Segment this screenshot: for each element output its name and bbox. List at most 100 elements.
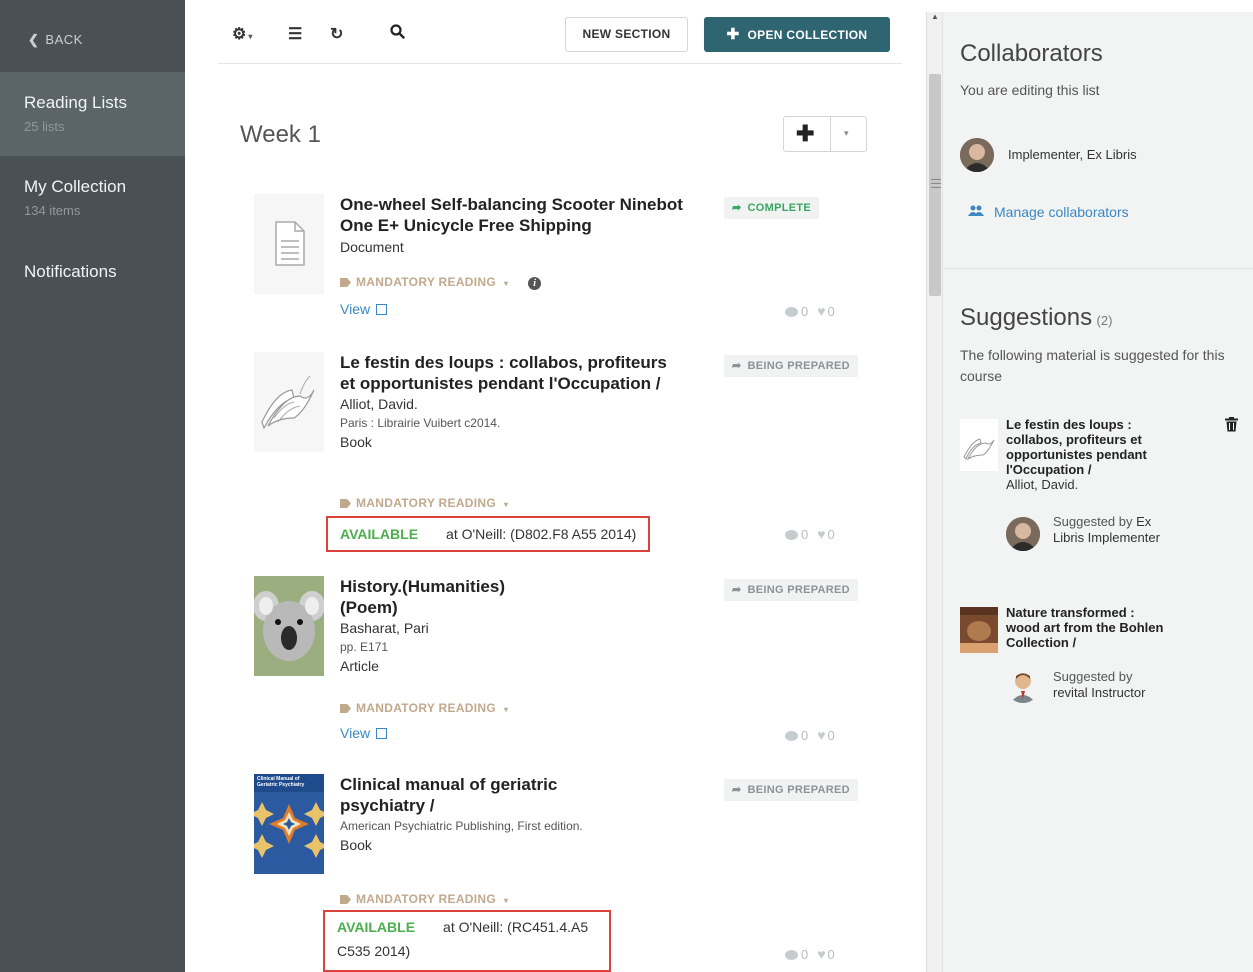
resize-grip-icon[interactable]: — — —: [931, 175, 941, 193]
caret-down-icon: ▾: [504, 279, 509, 288]
list-item: One-wheel Self-balancing Scooter Ninebot…: [254, 194, 858, 324]
comment-count: 0: [801, 947, 809, 962]
add-item-button[interactable]: ✚ ▾: [783, 116, 867, 152]
share-arrow-icon: ➦: [732, 784, 742, 796]
item-author: Basharat, Pari: [340, 620, 429, 636]
scroll-up-arrow-icon[interactable]: ▲: [931, 12, 939, 21]
item-type: Article: [340, 658, 379, 674]
status-badge[interactable]: ➦ COMPLETE: [724, 197, 820, 219]
item-title[interactable]: Le festin des loups : collabos, profiteu…: [340, 352, 680, 394]
book-thumbnail[interactable]: [960, 419, 998, 471]
heart-icon[interactable]: ♥: [817, 303, 825, 319]
panel-divider: [943, 268, 1253, 269]
share-arrow-icon: ➦: [732, 360, 742, 372]
caret-down-icon: ▾: [504, 896, 509, 905]
suggested-by-prefix: Suggested by: [1053, 514, 1133, 529]
view-link[interactable]: View: [340, 301, 388, 317]
share-arrow-icon: ➦: [732, 584, 742, 596]
comment-count: 0: [801, 527, 809, 542]
item-type: Book: [340, 837, 372, 853]
list-view-icon[interactable]: ☰: [288, 24, 302, 44]
comment-count: 0: [801, 304, 809, 319]
collaborators-heading: Collaborators: [960, 40, 1103, 67]
caret-down-icon[interactable]: ▾: [844, 128, 849, 139]
suggestion-title[interactable]: Le festin des loups : collabos, profiteu…: [1006, 417, 1166, 492]
book-thumbnail[interactable]: [960, 607, 998, 653]
like-count: 0: [827, 527, 835, 542]
status-badge[interactable]: ➦ BEING PREPARED: [724, 579, 858, 601]
item-title[interactable]: Clinical manual of geriatric psychiatry …: [340, 774, 600, 816]
document-thumbnail[interactable]: [254, 194, 324, 294]
comment-icon[interactable]: [785, 731, 798, 741]
list-toolbar: ⚙ ▾ ☰ ↻ NEW SECTION ✚ OPEN COLLECTION: [218, 12, 902, 64]
section-title: Week 1: [240, 121, 321, 148]
tag-label: MANDATORY READING: [356, 892, 496, 906]
info-icon[interactable]: i: [528, 277, 542, 290]
availability-box[interactable]: AVAILABLE at O'Neill: (RC451.4.A5 C535 20…: [323, 910, 611, 972]
open-collection-button[interactable]: ✚ OPEN COLLECTION: [704, 17, 890, 52]
book-thumbnail[interactable]: [254, 352, 324, 452]
nav-item-my-collection[interactable]: My Collection 134 items: [0, 156, 185, 240]
list-item: Le festin des loups : collabos, profiteu…: [254, 352, 858, 552]
suggestion-author: Alliot, David.: [1006, 477, 1079, 492]
suggestions-intro: The following material is suggested for …: [960, 347, 1225, 384]
status-badge[interactable]: ➦ BEING PREPARED: [724, 355, 858, 377]
share-arrow-icon: ➦: [732, 202, 742, 214]
book-cover-thumbnail[interactable]: Clinical Manual of Geriatric Psychiatry: [254, 774, 324, 874]
suggested-by-prefix: Suggested by: [1053, 669, 1133, 684]
availability-box[interactable]: AVAILABLE at O'Neill: (D802.F8 A55 2014): [326, 516, 651, 552]
trash-icon[interactable]: [1225, 417, 1238, 432]
right-panel: Collaborators You are editing this list …: [942, 12, 1253, 972]
new-section-button[interactable]: NEW SECTION: [565, 17, 688, 52]
koala-thumbnail[interactable]: [254, 576, 324, 676]
availability-location: at O'Neill: (D802.F8 A55 2014): [446, 526, 637, 542]
status-badge[interactable]: ➦ BEING PREPARED: [724, 779, 858, 801]
comment-icon[interactable]: [785, 307, 798, 317]
tag-label: MANDATORY READING: [356, 496, 496, 510]
button-divider: [830, 117, 831, 151]
availability-status: AVAILABLE: [337, 919, 416, 935]
like-count: 0: [827, 728, 835, 743]
suggestion-item: Nature transformed : wood art from the B…: [960, 605, 1240, 715]
list-item: History.(Humanities) (Poem) Basharat, Pa…: [254, 576, 858, 746]
nav-item-notifications[interactable]: Notifications: [0, 240, 185, 300]
suggestion-title-text: Le festin des loups : collabos, profiteu…: [1006, 417, 1147, 477]
comment-icon[interactable]: [785, 530, 798, 540]
item-type: Book: [340, 434, 372, 450]
manage-collaborators-link[interactable]: Manage collaborators: [968, 204, 1129, 220]
back-link[interactable]: ❮ BACK: [0, 0, 185, 72]
koala-image: [254, 576, 324, 676]
status-label: COMPLETE: [747, 202, 812, 214]
caret-down-icon: ▾: [504, 500, 509, 509]
tag-dropdown[interactable]: MANDATORY READING ▾: [340, 496, 508, 510]
item-publication: American Psychiatric Publishing, First e…: [340, 819, 583, 833]
book-cover-image: [254, 774, 324, 874]
availability-location: at O'Neill: (RC451.4.A5: [443, 919, 589, 935]
back-label: BACK: [45, 32, 83, 47]
reading-list-content: Week 1 ✚ ▾ One-wheel Self-balancing Scoo…: [218, 64, 926, 972]
tag-dropdown[interactable]: MANDATORY READING ▾: [340, 701, 508, 715]
suggestion-title[interactable]: Nature transformed : wood art from the B…: [1006, 605, 1166, 650]
item-title[interactable]: History.(Humanities) (Poem): [340, 576, 540, 618]
item-title[interactable]: One-wheel Self-balancing Scooter Ninebot…: [340, 194, 700, 236]
heart-icon[interactable]: ♥: [817, 727, 825, 743]
view-label: View: [340, 301, 371, 317]
item-counts: 0 ♥ 0: [785, 526, 835, 542]
list-item: Clinical Manual of Geriatric Psychiatry …: [254, 774, 858, 972]
nav-item-reading-lists[interactable]: Reading Lists 25 lists: [0, 72, 185, 156]
refresh-icon[interactable]: ↻: [330, 24, 343, 44]
tag-label: MANDATORY READING: [356, 701, 496, 715]
suggestions-count: (2): [1096, 313, 1113, 328]
view-link[interactable]: View: [340, 725, 388, 741]
main-scrollbar[interactable]: ▲ — — —: [926, 12, 942, 972]
tag-icon: [340, 704, 351, 713]
tag-dropdown[interactable]: MANDATORY READING ▾: [340, 892, 508, 906]
search-icon[interactable]: [390, 24, 405, 44]
gear-icon[interactable]: ⚙ ▾: [232, 24, 252, 44]
tag-dropdown[interactable]: MANDATORY READING ▾ i: [340, 275, 542, 290]
heart-icon[interactable]: ♥: [817, 526, 825, 542]
heart-icon[interactable]: ♥: [817, 946, 825, 962]
suggestions-heading: Suggestions (2): [960, 304, 1112, 332]
comment-icon[interactable]: [785, 950, 798, 960]
like-count: 0: [827, 947, 835, 962]
